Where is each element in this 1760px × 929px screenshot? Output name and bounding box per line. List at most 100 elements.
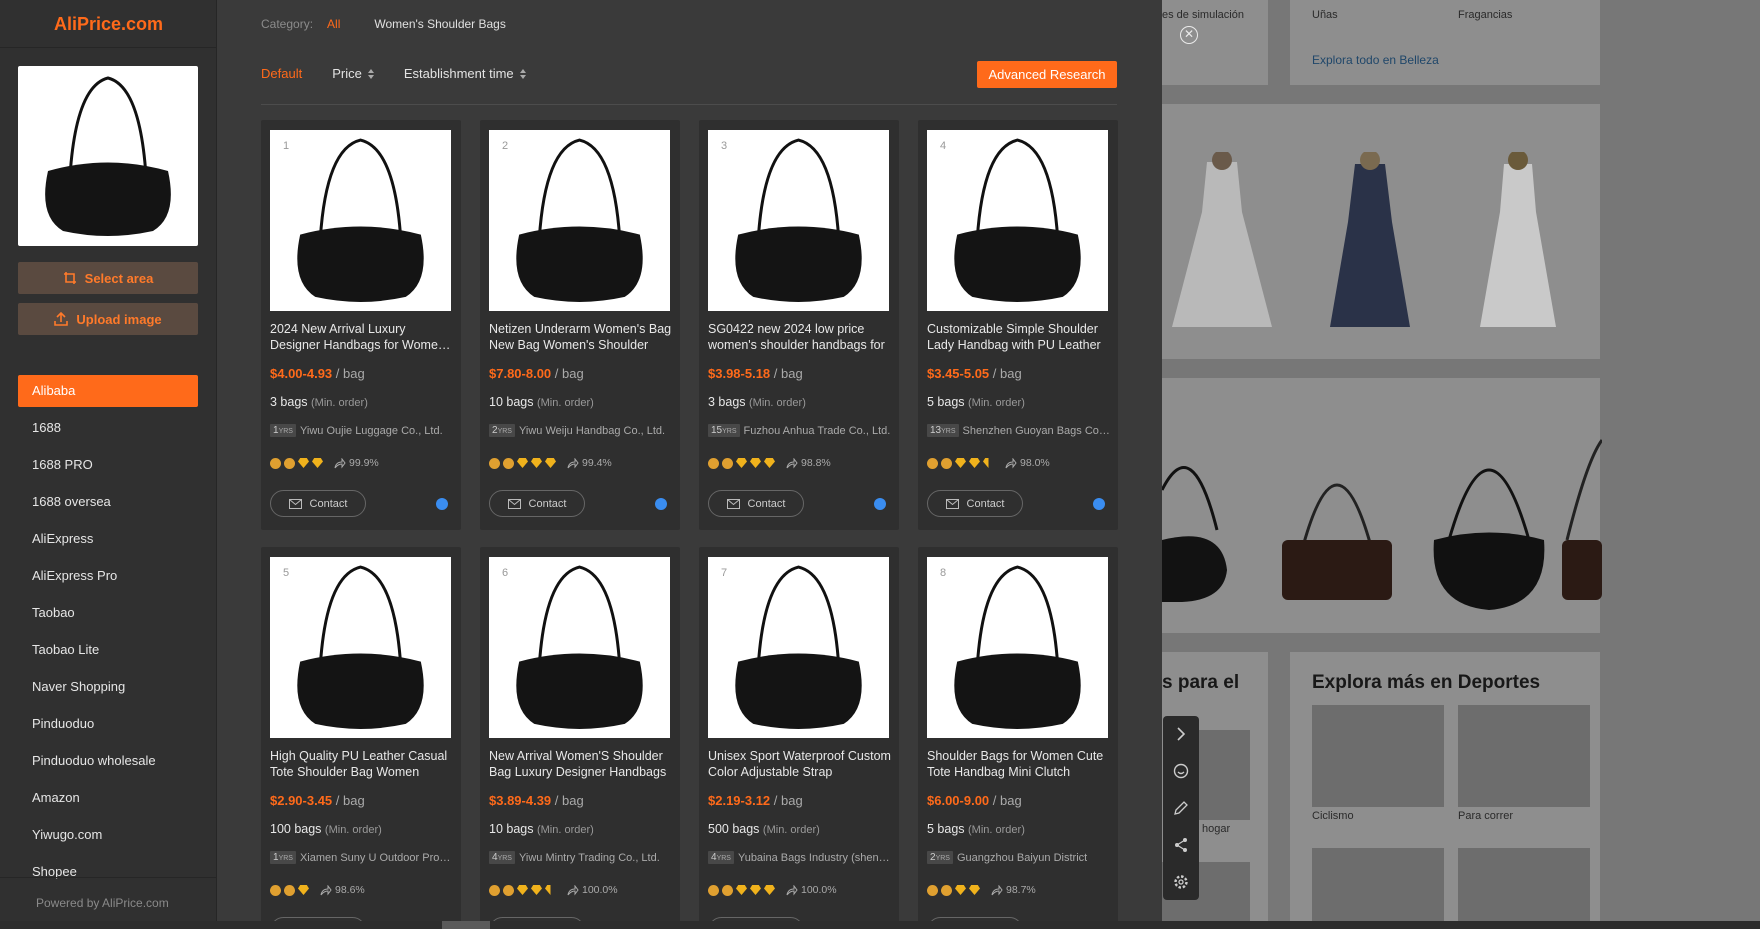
contact-button[interactable]: Contact bbox=[927, 490, 1023, 517]
platform-amazon[interactable]: Amazon bbox=[18, 782, 198, 819]
supplier-name[interactable]: Yiwu Weiju Handbag Co., Ltd. bbox=[519, 425, 665, 437]
supplier-name[interactable]: Yiwu Oujie Luggage Co., Ltd. bbox=[300, 425, 443, 437]
platform-pinduoduo-wholesale[interactable]: Pinduoduo wholesale bbox=[18, 745, 198, 782]
contact-label: Contact bbox=[966, 497, 1005, 510]
platform-aliexpress[interactable]: AliExpress bbox=[18, 523, 198, 560]
product-card[interactable]: 8 Shoulder Bags for Women Cute Tote Hand… bbox=[918, 547, 1118, 929]
product-image[interactable]: 6 bbox=[489, 557, 670, 738]
product-card[interactable]: 3 SG0422 new 2024 low price women's shou… bbox=[699, 120, 899, 530]
product-card[interactable]: 4 Customizable Simple Shoulder Lady Hand… bbox=[918, 120, 1118, 530]
min-order-suffix: (Min. order) bbox=[968, 397, 1025, 409]
response-rate: 98.7% bbox=[1006, 884, 1036, 896]
bg-sports-cycling-label[interactable]: Ciclismo bbox=[1312, 810, 1354, 822]
horizontal-scrollbar[interactable] bbox=[0, 921, 1760, 929]
sort-default[interactable]: Default bbox=[261, 66, 302, 81]
platform-1688-oversea[interactable]: 1688 oversea bbox=[18, 486, 198, 523]
aliprice-logo[interactable]: AliPrice.com bbox=[0, 0, 217, 48]
supplier-name[interactable]: Fuzhou Anhua Trade Co., Ltd. bbox=[744, 425, 891, 437]
diamond-icon bbox=[545, 458, 556, 468]
bg-sports-cycling-image[interactable] bbox=[1312, 705, 1444, 807]
product-title[interactable]: Shoulder Bags for Women Cute Tote Handba… bbox=[927, 748, 1111, 780]
bg-sports-thumb-3[interactable] bbox=[1312, 848, 1444, 929]
bg-explore-beauty-link[interactable]: Explora todo en Belleza bbox=[1312, 53, 1439, 67]
supplier-name[interactable]: Yubaina Bags Industry (shenzhen) bbox=[738, 852, 892, 864]
platform-naver-shopping[interactable]: Naver Shopping bbox=[18, 671, 198, 708]
platform-yiwugo[interactable]: Yiwugo.com bbox=[18, 819, 198, 856]
product-title[interactable]: Netizen Underarm Women's Bag New Bag Wom… bbox=[489, 321, 673, 353]
scrollbar-thumb[interactable] bbox=[442, 921, 490, 929]
contact-button[interactable]: Contact bbox=[708, 490, 804, 517]
supplier-row: 4YRS Yiwu Mintry Trading Co., Ltd. bbox=[489, 851, 673, 864]
divider bbox=[261, 104, 1117, 105]
product-title[interactable]: Customizable Simple Shoulder Lady Handba… bbox=[927, 321, 1111, 353]
product-image[interactable]: 4 bbox=[927, 130, 1108, 311]
product-image[interactable]: 5 bbox=[270, 557, 451, 738]
product-card[interactable]: 6 New Arrival Women'S Shoulder Bag Luxur… bbox=[480, 547, 680, 929]
platform-taobao[interactable]: Taobao bbox=[18, 597, 198, 634]
chat-bubble-icon[interactable] bbox=[655, 498, 667, 510]
chat-icon[interactable] bbox=[1171, 761, 1191, 781]
verified-badge-icon bbox=[503, 884, 514, 896]
supplier-name[interactable]: Guangzhou Baiyun District bbox=[957, 852, 1087, 864]
bg-sports-running-label[interactable]: Para correr bbox=[1458, 810, 1513, 822]
sort-price[interactable]: Price bbox=[332, 66, 374, 81]
chat-bubble-icon[interactable] bbox=[436, 498, 448, 510]
bg-sports-running-image[interactable] bbox=[1458, 705, 1590, 807]
product-title[interactable]: High Quality PU Leather Casual Tote Shou… bbox=[270, 748, 454, 780]
verified-badge-icon bbox=[284, 457, 295, 469]
product-title[interactable]: 2024 New Arrival Luxury Designer Handbag… bbox=[270, 321, 454, 353]
product-image[interactable]: 8 bbox=[927, 557, 1108, 738]
chat-bubble-icon[interactable] bbox=[874, 498, 886, 510]
bg-left-heading: s para el bbox=[1162, 672, 1240, 693]
response-rate: 100.0% bbox=[582, 884, 618, 896]
chat-bubble-icon[interactable] bbox=[1093, 498, 1105, 510]
close-icon[interactable]: ✕ bbox=[1180, 26, 1198, 44]
platform-1688[interactable]: 1688 bbox=[18, 412, 198, 449]
supplier-name[interactable]: Shenzhen Guoyan Bags Co., Ltd. bbox=[963, 425, 1111, 437]
settings-icon[interactable] bbox=[1171, 872, 1191, 892]
aliprice-panel: AliPrice.com Select area Upload image Al… bbox=[0, 0, 1162, 929]
diamond-icon bbox=[298, 885, 309, 895]
supplier-name[interactable]: Yiwu Mintry Trading Co., Ltd. bbox=[519, 852, 660, 864]
chevron-right-icon[interactable] bbox=[1171, 724, 1191, 744]
platform-alibaba[interactable]: Alibaba bbox=[18, 375, 198, 407]
bg-sports-thumb-4[interactable] bbox=[1458, 848, 1590, 929]
select-area-button[interactable]: Select area bbox=[18, 262, 198, 294]
price-unit: / bag bbox=[773, 793, 803, 808]
upload-image-button[interactable]: Upload image bbox=[18, 303, 198, 335]
platform-pinduoduo[interactable]: Pinduoduo bbox=[18, 708, 198, 745]
product-image[interactable]: 3 bbox=[708, 130, 889, 311]
product-rank: 3 bbox=[712, 134, 736, 158]
supplier-badges: 98.0% bbox=[927, 456, 1050, 470]
product-title[interactable]: SG0422 new 2024 low price women's should… bbox=[708, 321, 892, 353]
product-title[interactable]: New Arrival Women'S Shoulder Bag Luxury … bbox=[489, 748, 673, 780]
contact-button[interactable]: Contact bbox=[270, 490, 366, 517]
contact-button[interactable]: Contact bbox=[489, 490, 585, 517]
sort-establishment-time[interactable]: Establishment time bbox=[404, 66, 526, 81]
verified-badge-icon bbox=[708, 457, 719, 469]
category-all[interactable]: All bbox=[327, 17, 340, 31]
product-card[interactable]: 1 2024 New Arrival Luxury Designer Handb… bbox=[261, 120, 461, 530]
product-image[interactable]: 2 bbox=[489, 130, 670, 311]
edit-icon[interactable] bbox=[1171, 798, 1191, 818]
platform-taobao-lite[interactable]: Taobao Lite bbox=[18, 634, 198, 671]
verified-badge-icon bbox=[941, 884, 952, 896]
product-card[interactable]: 5 High Quality PU Leather Casual Tote Sh… bbox=[261, 547, 461, 929]
advanced-research-button[interactable]: Advanced Research bbox=[977, 61, 1117, 88]
product-price: $3.98-5.18 / bag bbox=[708, 366, 803, 381]
platform-1688-pro[interactable]: 1688 PRO bbox=[18, 449, 198, 486]
diamond-icon bbox=[764, 885, 775, 895]
product-title[interactable]: Unisex Sport Waterproof Custom Color Adj… bbox=[708, 748, 892, 780]
product-card[interactable]: 7 Unisex Sport Waterproof Custom Color A… bbox=[699, 547, 899, 929]
supplier-years: 1YRS bbox=[270, 851, 296, 864]
supplier-name[interactable]: Xiamen Suny U Outdoor Products bbox=[300, 852, 454, 864]
product-card[interactable]: 2 Netizen Underarm Women's Bag New Bag W… bbox=[480, 120, 680, 530]
share-icon[interactable] bbox=[1171, 835, 1191, 855]
price-unit: / bag bbox=[335, 793, 365, 808]
min-order-value: 5 bags bbox=[927, 395, 965, 409]
category-name[interactable]: Women's Shoulder Bags bbox=[374, 17, 505, 31]
product-image[interactable]: 7 bbox=[708, 557, 889, 738]
diamond-half-icon bbox=[983, 458, 989, 468]
product-image[interactable]: 1 bbox=[270, 130, 451, 311]
platform-aliexpress-pro[interactable]: AliExpress Pro bbox=[18, 560, 198, 597]
